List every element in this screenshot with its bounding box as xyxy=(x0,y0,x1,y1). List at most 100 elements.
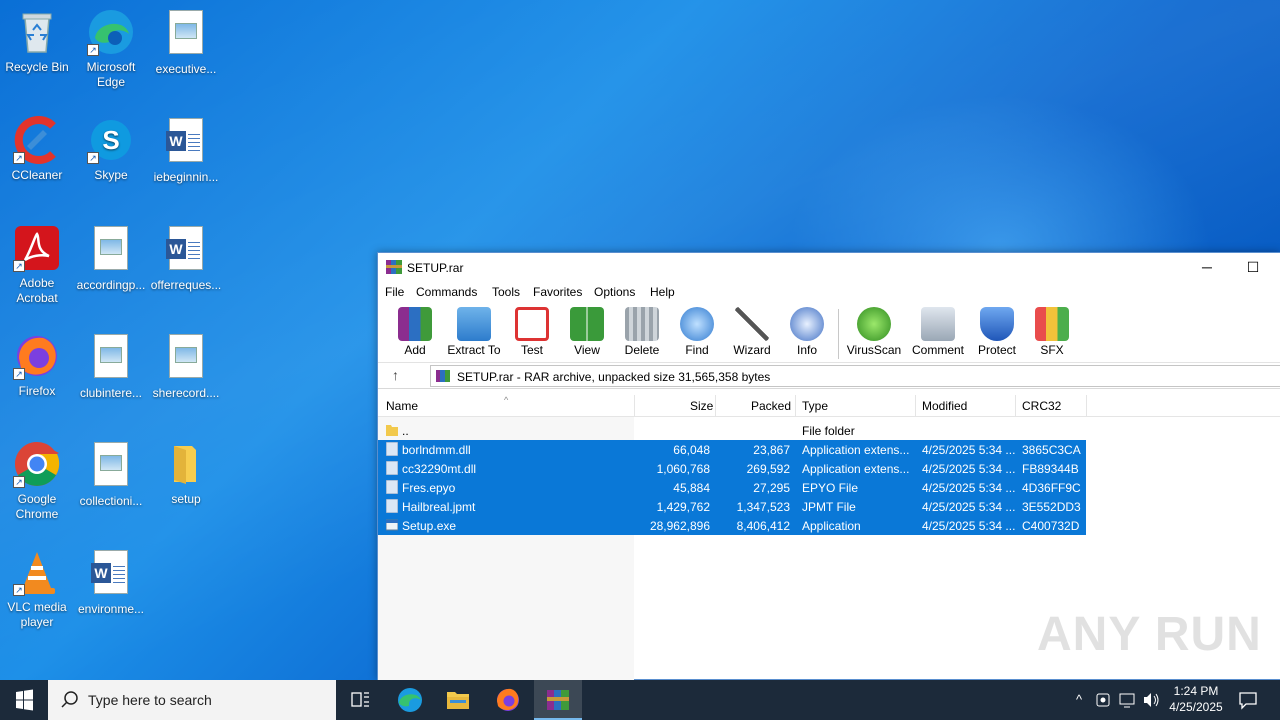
toolbar-label: Test xyxy=(520,343,543,357)
desktop-icon-label: Microsoft Edge xyxy=(86,60,136,89)
row-modified: 4/25/2025 5:34 ... xyxy=(922,462,1016,476)
toolbar-view-button[interactable]: View xyxy=(557,307,617,357)
view-book-icon xyxy=(570,307,604,341)
table-row-parent[interactable]: .. File folder xyxy=(378,421,1086,440)
row-name: Hailbreal.jpmt xyxy=(402,500,476,514)
column-packed[interactable]: Packed xyxy=(751,399,791,413)
toolbar-find-button[interactable]: Find xyxy=(667,307,727,357)
menu-tools[interactable]: Tools xyxy=(492,285,520,299)
desktop-icon-edge[interactable]: ↗ Microsoft Edge xyxy=(74,8,148,90)
desktop-icon-executive[interactable]: executive... xyxy=(149,8,223,77)
menu-commands[interactable]: Commands xyxy=(416,285,477,299)
up-arrow-icon[interactable]: ↑ xyxy=(392,367,399,383)
shield-icon xyxy=(980,307,1014,341)
toolbar-label: Add xyxy=(404,343,426,357)
clock[interactable]: 1:24 PM 4/25/2025 xyxy=(1162,680,1230,720)
toolbar-delete-button[interactable]: Delete xyxy=(612,307,672,357)
recycle-bin-icon xyxy=(13,8,61,56)
desktop-icon-chrome[interactable]: ↗ Google Chrome xyxy=(0,440,74,522)
column-size[interactable]: Size xyxy=(690,399,713,413)
toolbar-info-button[interactable]: Info xyxy=(777,307,837,357)
taskbar-firefox[interactable] xyxy=(484,680,532,720)
desktop-icon-collectioni[interactable]: collectioni... xyxy=(74,440,148,509)
tray-device-icon[interactable] xyxy=(1093,680,1113,720)
maximize-button[interactable]: ☐ xyxy=(1230,253,1276,281)
desktop-icon-vlc[interactable]: ↗ VLC media player xyxy=(0,548,74,630)
taskbar-edge[interactable] xyxy=(386,680,434,720)
tray-chevron-icon[interactable]: ^ xyxy=(1068,680,1090,720)
archive-path-field[interactable]: SETUP.rar - RAR archive, unpacked size 3… xyxy=(430,365,1280,387)
file-icon xyxy=(386,480,398,494)
image-file-icon xyxy=(162,10,210,58)
row-type: Application extens... xyxy=(802,443,910,457)
column-type[interactable]: Type xyxy=(802,399,828,413)
volume-icon[interactable] xyxy=(1140,680,1162,720)
toolbar-add-button[interactable]: Add xyxy=(385,307,445,357)
column-modified[interactable]: Modified xyxy=(922,399,967,413)
menu-favorites[interactable]: Favorites xyxy=(533,285,582,299)
toolbar-label: Comment xyxy=(911,343,964,357)
desktop-icon-label: accordingp... xyxy=(76,278,146,292)
column-divider xyxy=(795,395,796,417)
minimize-button[interactable]: ─ xyxy=(1184,253,1230,281)
sfx-box-icon xyxy=(1035,307,1069,341)
desktop-icon-iebeginnin[interactable]: W iebeginnin... xyxy=(149,116,223,185)
start-button[interactable] xyxy=(0,680,48,720)
toolbar-extract-button[interactable]: Extract To xyxy=(444,307,504,357)
desktop-icon-label: offerreques... xyxy=(150,278,222,292)
column-divider xyxy=(1015,395,1016,417)
anyrun-watermark: ANY RUN xyxy=(1037,608,1262,661)
title-bar[interactable]: SETUP.rar ─ ☐ xyxy=(378,253,1280,281)
desktop-icon-label: sherecord.... xyxy=(152,386,220,400)
taskbar-file-explorer[interactable] xyxy=(434,680,482,720)
winrar-icon xyxy=(386,260,402,274)
row-size: 28,962,896 xyxy=(649,519,710,533)
table-row[interactable]: Hailbreal.jpmt 1,429,762 1,347,523 JPMT … xyxy=(378,497,1086,516)
word-doc-icon: W xyxy=(162,118,210,166)
desktop-icon-label: VLC media player xyxy=(7,600,67,629)
desktop-icon-setup-folder[interactable]: setup xyxy=(149,440,223,507)
table-row[interactable]: Setup.exe 28,962,896 8,406,412 Applicati… xyxy=(378,516,1086,535)
desktop-icon-offerreques[interactable]: W offerreques... xyxy=(149,224,223,293)
toolbar-comment-button[interactable]: Comment xyxy=(908,307,968,357)
menu-options[interactable]: Options xyxy=(594,285,635,299)
ccleaner-icon: ↗ xyxy=(13,116,61,164)
toolbar-wizard-button[interactable]: Wizard xyxy=(722,307,782,357)
desktop-icon-ccleaner[interactable]: ↗ CCleaner xyxy=(0,116,74,183)
search-placeholder: Type here to search xyxy=(88,692,212,708)
notification-center-icon[interactable] xyxy=(1234,680,1262,720)
toolbar-sfx-button[interactable]: SFX xyxy=(1022,307,1082,357)
desktop-icon-acrobat[interactable]: ↗ Adobe Acrobat xyxy=(0,224,74,306)
desktop-icon-accordingp[interactable]: accordingp... xyxy=(74,224,148,293)
row-modified: 4/25/2025 5:34 ... xyxy=(922,481,1016,495)
task-view-button[interactable] xyxy=(336,680,384,720)
menu-file[interactable]: File xyxy=(385,285,404,299)
skype-icon: S ↗ xyxy=(87,116,135,164)
table-row[interactable]: Fres.epyo 45,884 27,295 EPYO File 4/25/2… xyxy=(378,478,1086,497)
table-row[interactable]: cc32290mt.dll 1,060,768 269,592 Applicat… xyxy=(378,459,1086,478)
desktop-icon-clubintere[interactable]: clubintere... xyxy=(74,332,148,401)
table-row[interactable]: borlndmm.dll 66,048 23,867 Application e… xyxy=(378,440,1086,459)
address-bar: ↑ SETUP.rar - RAR archive, unpacked size… xyxy=(378,363,1280,389)
archive-icon xyxy=(436,370,450,382)
desktop-icon-environme[interactable]: W environme... xyxy=(74,548,148,617)
desktop-icon-skype[interactable]: S ↗ Skype xyxy=(74,116,148,183)
desktop-icon-sherecord[interactable]: sherecord.... xyxy=(149,332,223,401)
toolbar-virusscan-button[interactable]: VirusScan xyxy=(844,307,904,357)
column-crc[interactable]: CRC32 xyxy=(1022,399,1061,413)
toolbar-separator xyxy=(838,309,839,359)
taskbar-search-box[interactable]: Type here to search xyxy=(48,680,336,720)
column-name[interactable]: Name xyxy=(386,399,418,413)
desktop-icon-recycle-bin[interactable]: Recycle Bin xyxy=(0,8,74,75)
exe-file-icon xyxy=(386,519,398,531)
network-icon[interactable] xyxy=(1116,680,1138,720)
toolbar-test-button[interactable]: Test xyxy=(502,307,562,357)
desktop-icon-label: Firefox xyxy=(18,384,56,398)
image-file-icon xyxy=(87,442,135,490)
menu-help[interactable]: Help xyxy=(650,285,675,299)
firefox-icon xyxy=(497,688,519,711)
toolbar-label: Extract To xyxy=(447,343,501,357)
desktop-icon-firefox[interactable]: ↗ Firefox xyxy=(0,332,74,399)
taskbar-winrar[interactable] xyxy=(534,680,582,720)
toolbar-protect-button[interactable]: Protect xyxy=(967,307,1027,357)
